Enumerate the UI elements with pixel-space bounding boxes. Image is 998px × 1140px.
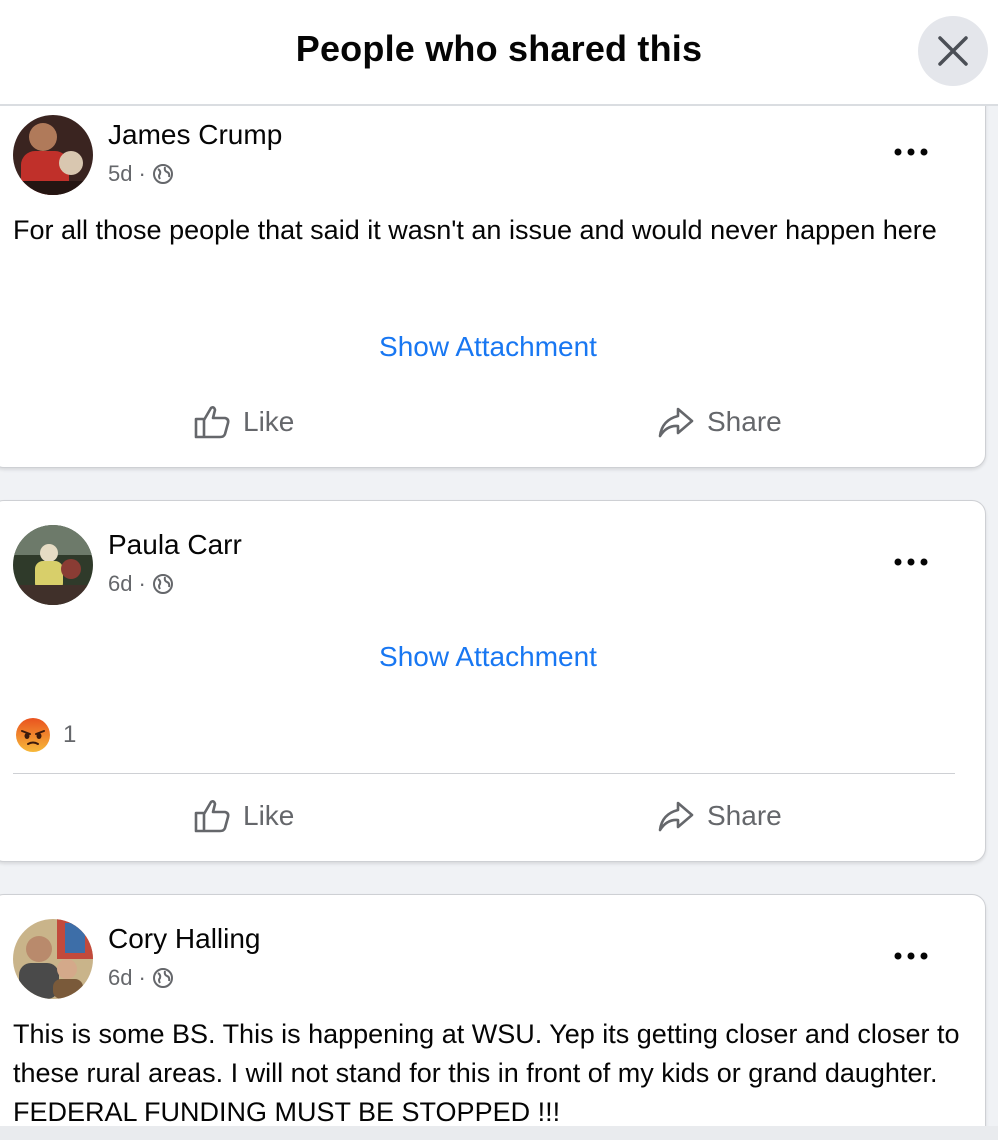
like-label: Like: [243, 406, 295, 437]
meta-separator: ·: [138, 571, 146, 596]
author-name[interactable]: Cory Halling: [108, 923, 261, 955]
meta-separator: ·: [138, 161, 146, 186]
globe-icon: [152, 574, 173, 594]
post-meta: 5d ·: [108, 161, 174, 187]
more-options-button[interactable]: [891, 137, 931, 167]
reaction-summary[interactable]: 1: [15, 717, 76, 753]
shared-post-card: Paula Carr 6d · Show Attachment 1 Like S…: [0, 500, 986, 862]
close-icon: [938, 36, 968, 66]
globe-icon: [152, 968, 173, 988]
post-time[interactable]: 5d: [108, 161, 132, 187]
share-label: Share: [707, 406, 782, 437]
post-text: For all those people that said it wasn't…: [13, 215, 937, 245]
author-name[interactable]: James Crump: [108, 119, 282, 151]
share-icon: [658, 801, 694, 832]
divider: [13, 773, 955, 774]
more-options-button[interactable]: [891, 547, 931, 577]
more-icon: [894, 952, 928, 960]
author-name[interactable]: Paula Carr: [108, 529, 242, 561]
share-button[interactable]: Share: [657, 797, 782, 835]
like-button[interactable]: Like: [193, 403, 294, 441]
post-time[interactable]: 6d: [108, 571, 132, 597]
share-button[interactable]: Share: [657, 403, 782, 441]
like-label: Like: [243, 800, 295, 831]
shares-list[interactable]: James Crump 5d · For all those people th…: [0, 106, 998, 1140]
post-meta: 6d ·: [108, 571, 174, 597]
close-button[interactable]: [918, 16, 988, 86]
avatar[interactable]: [13, 115, 93, 195]
show-attachment-link[interactable]: Show Attachment: [0, 331, 985, 363]
reaction-count: 1: [63, 721, 77, 748]
avatar[interactable]: [13, 525, 93, 605]
dialog-title: People who shared this: [295, 28, 703, 69]
dialog-header: People who shared this: [0, 0, 998, 106]
angry-reaction-icon: [16, 718, 50, 752]
like-icon: [194, 406, 230, 439]
more-options-button[interactable]: [891, 941, 931, 971]
post-time[interactable]: 6d: [108, 965, 132, 991]
post-text: This is some BS. This is happening at WS…: [13, 1019, 960, 1127]
scroll-edge: [0, 1126, 998, 1140]
show-attachment-link[interactable]: Show Attachment: [0, 641, 985, 673]
shared-post-card: Cory Halling 6d · This is some BS. This …: [0, 894, 986, 1140]
more-icon: [894, 148, 928, 156]
meta-separator: ·: [138, 965, 146, 990]
avatar[interactable]: [13, 919, 93, 999]
globe-icon: [152, 164, 173, 184]
like-icon: [194, 800, 230, 833]
share-label: Share: [707, 800, 782, 831]
like-button[interactable]: Like: [193, 797, 294, 835]
shared-post-card: James Crump 5d · For all those people th…: [0, 106, 986, 468]
share-icon: [658, 407, 694, 438]
post-meta: 6d ·: [108, 965, 174, 991]
more-icon: [894, 558, 928, 566]
